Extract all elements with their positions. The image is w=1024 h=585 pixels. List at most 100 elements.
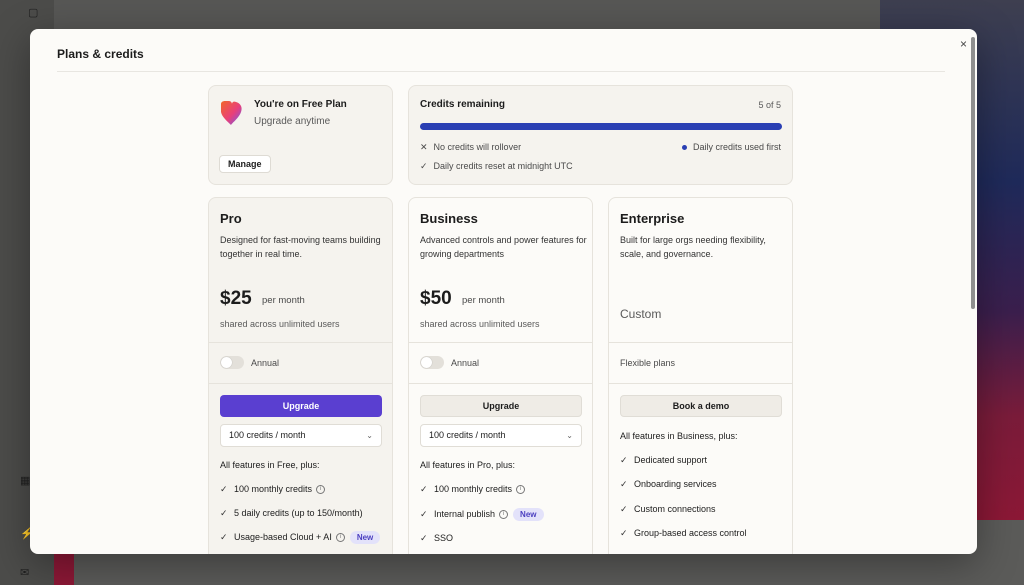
- annual-label: Annual: [251, 358, 280, 368]
- tier-description: Built for large orgs needing flexibility…: [620, 235, 766, 259]
- tier-description: Advanced controls and power features for…: [420, 235, 587, 259]
- tier-shared-note: shared across unlimited users: [420, 319, 540, 329]
- rollover-note: ✕ No credits will rollover: [420, 142, 521, 153]
- tier-shared-note: shared across unlimited users: [220, 319, 340, 329]
- feature-label: Usage-based Cloud + AI: [234, 531, 332, 542]
- credits-select-value: 100 credits / month: [429, 430, 506, 440]
- check-icon: ✓: [420, 533, 428, 543]
- info-icon[interactable]: i: [499, 510, 509, 519]
- annual-toggle[interactable]: [220, 356, 244, 369]
- flexible-plans-label: Flexible plans: [620, 358, 676, 368]
- blue-dot-icon: [681, 145, 687, 151]
- tier-period: per month: [462, 295, 505, 306]
- feature-label: Group-based access control: [634, 528, 747, 538]
- sidebar-toggle-icon: ▢: [28, 7, 39, 19]
- chevron-down-icon: ⌄: [566, 431, 573, 440]
- tier-price: $25: [220, 288, 252, 309]
- x-icon: ✕: [420, 142, 428, 152]
- annual-toggle[interactable]: [420, 356, 444, 369]
- enterprise-plan-card: Enterprise Built for large orgs needing …: [608, 197, 793, 554]
- plan-subtitle: Upgrade anytime: [254, 116, 331, 127]
- plan-name: You're on Free Plan: [254, 99, 347, 110]
- feature-item: ✓ Group-based access control: [620, 528, 747, 539]
- modal-divider: [57, 71, 945, 72]
- tier-header: Business Advanced controls and power fea…: [409, 198, 592, 342]
- tier-header: Enterprise Built for large orgs needing …: [609, 198, 792, 342]
- reset-text: Daily credits reset at midnight UTC: [433, 161, 573, 171]
- credits-select[interactable]: 100 credits / month ⌄: [420, 424, 582, 447]
- check-icon: ✓: [420, 484, 428, 494]
- check-icon: ✓: [420, 161, 428, 171]
- reset-note: ✓ Daily credits reset at midnight UTC: [420, 161, 573, 172]
- credits-count: 5 of 5: [758, 100, 781, 110]
- feature-label: SSO: [434, 533, 454, 543]
- check-icon: ✓: [620, 455, 628, 465]
- annual-label: Annual: [451, 358, 480, 368]
- info-icon[interactable]: i: [335, 533, 345, 542]
- feature-label: Custom connections: [634, 504, 716, 514]
- tier-name: Pro: [220, 211, 242, 226]
- divider: [409, 383, 592, 384]
- upgrade-button[interactable]: Upgrade: [220, 395, 382, 417]
- features-heading: All features in Business, plus:: [620, 431, 738, 441]
- divider: [609, 342, 792, 343]
- features-heading: All features in Free, plus:: [220, 460, 320, 470]
- mail-icon: ✉: [20, 567, 30, 579]
- close-icon[interactable]: ×: [960, 37, 967, 51]
- check-icon: ✓: [620, 504, 628, 514]
- book-demo-button[interactable]: Book a demo: [620, 395, 782, 417]
- calendar-icon: ▦: [20, 475, 31, 487]
- plans-credits-modal: Plans & credits × You're on Free Plan Up…: [30, 29, 977, 554]
- tier-period: per month: [262, 295, 305, 306]
- feature-item: ✓ SSO: [420, 533, 453, 544]
- feature-label: Dedicated support: [634, 455, 708, 465]
- info-icon[interactable]: i: [516, 485, 526, 495]
- feature-item: ✓ 100 monthly credits i: [420, 484, 526, 495]
- divider: [209, 383, 392, 384]
- tier-price: $50: [420, 288, 452, 309]
- used-first-note: Daily credits used first: [681, 142, 781, 152]
- check-icon: ✓: [620, 528, 628, 538]
- feature-item: ✓ Onboarding services: [620, 479, 717, 490]
- tier-price: Custom: [620, 307, 662, 321]
- modal-scrollbar[interactable]: [971, 37, 975, 309]
- feature-label: 100 monthly credits: [234, 484, 313, 494]
- new-badge: New: [349, 531, 381, 544]
- tier-header: Pro Designed for fast-moving teams build…: [209, 198, 392, 342]
- feature-label: 100 monthly credits: [434, 484, 513, 494]
- divider: [209, 342, 392, 343]
- credits-card: Credits remaining 5 of 5 ✕ No credits wil…: [408, 85, 793, 185]
- manage-button[interactable]: Manage: [219, 155, 271, 173]
- feature-label: Internal publish: [434, 508, 496, 519]
- check-icon: ✓: [220, 531, 228, 542]
- check-icon: ✓: [220, 508, 228, 518]
- current-plan-card: You're on Free Plan Upgrade anytime Mana…: [208, 85, 393, 185]
- features-heading: All features in Pro, plus:: [420, 460, 516, 470]
- used-first-text: Daily credits used first: [692, 142, 781, 152]
- business-plan-card: Business Advanced controls and power fea…: [408, 197, 593, 554]
- credits-title: Credits remaining: [420, 99, 506, 110]
- feature-item: ✓ 5 daily credits (up to 150/month): [220, 508, 363, 519]
- modal-title: Plans & credits: [57, 47, 144, 61]
- divider: [609, 383, 792, 384]
- feature-item: ✓ Dedicated support: [620, 455, 707, 466]
- tier-description: Designed for fast-moving teams building …: [220, 235, 381, 259]
- new-badge: New: [513, 508, 544, 521]
- credits-select-value: 100 credits / month: [229, 430, 306, 440]
- upgrade-button[interactable]: Upgrade: [420, 395, 582, 417]
- credits-select[interactable]: 100 credits / month ⌄: [220, 424, 382, 447]
- pro-plan-card: Pro Designed for fast-moving teams build…: [208, 197, 393, 554]
- divider: [409, 342, 592, 343]
- tier-name: Business: [420, 211, 478, 226]
- feature-item: ✓ Internal publish i New: [420, 508, 544, 521]
- tier-name: Enterprise: [620, 211, 685, 226]
- info-icon[interactable]: i: [316, 485, 326, 495]
- feature-item: ✓ Usage-based Cloud + AI i New: [220, 531, 381, 544]
- feature-item: ✓ 100 monthly credits i: [220, 484, 326, 495]
- feature-label: Onboarding services: [634, 479, 717, 489]
- feature-label: 5 daily credits (up to 150/month): [234, 508, 363, 518]
- rollover-text: No credits will rollover: [433, 142, 522, 152]
- credits-progress-bar: [420, 123, 782, 130]
- chevron-down-icon: ⌄: [366, 431, 373, 440]
- check-icon: ✓: [420, 508, 428, 519]
